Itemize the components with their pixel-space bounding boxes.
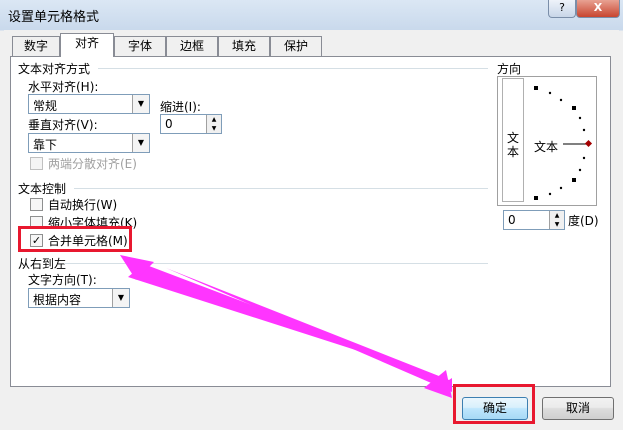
rtl-group-label: 从右到左 (18, 257, 67, 271)
distributed-checkbox (30, 157, 43, 170)
spin-down-icon[interactable]: ▼ (206, 124, 221, 133)
orientation-group-label: 方向 (497, 62, 522, 76)
vertical-text-button[interactable]: 文本 (502, 78, 524, 202)
indent-spinner[interactable]: 0 ▲ ▼ (160, 114, 222, 134)
wrap-text-label[interactable]: 自动换行(W) (48, 196, 117, 213)
dial-marker-minus90 (534, 196, 538, 200)
dial-marker-minus45 (572, 178, 576, 182)
vertical-align-select[interactable]: 靠下 ▼ (28, 133, 150, 153)
dial-marker-45 (572, 106, 576, 110)
alignment-group-label: 文本对齐方式 (18, 62, 91, 76)
horizontal-align-value: 常规 (33, 99, 58, 113)
text-control-divider (74, 188, 488, 189)
text-direction-label: 文字方向(T): (28, 273, 97, 287)
vertical-text-label: 文本 (507, 131, 520, 159)
text-direction-select[interactable]: 根据内容 ▼ (28, 288, 130, 308)
ok-button-highlight (453, 384, 535, 424)
text-control-group-label: 文本控制 (18, 182, 67, 196)
dial-dot (559, 98, 563, 102)
dial-dot (582, 128, 586, 132)
horizontal-align-label: 水平对齐(H): (28, 80, 99, 94)
vertical-align-label: 垂直对齐(V): (28, 118, 98, 132)
chevron-down-icon[interactable]: ▼ (132, 95, 149, 113)
dial-dot (548, 91, 552, 95)
dial-dot (578, 116, 582, 120)
horizontal-align-select[interactable]: 常规 ▼ (28, 94, 150, 114)
dial-dot (578, 168, 582, 172)
indent-label: 缩进(I): (160, 100, 201, 114)
dial-dot (582, 156, 586, 160)
cancel-button[interactable]: 取消 (542, 397, 614, 420)
dial-handle[interactable] (584, 139, 593, 148)
dial-marker-90 (534, 86, 538, 90)
merge-cells-highlight (18, 226, 132, 252)
rtl-divider (64, 263, 488, 264)
vertical-align-value: 靠下 (33, 138, 58, 152)
horizontal-text-label: 文本 (534, 138, 559, 155)
chevron-down-icon[interactable]: ▼ (112, 289, 129, 307)
text-direction-value: 根据内容 (33, 293, 82, 307)
chevron-down-icon[interactable]: ▼ (132, 134, 149, 152)
panel-content: 文本对齐方式 水平对齐(H): 常规 ▼ 缩进(I): 0 ▲ ▼ 垂直对齐(V… (0, 0, 623, 430)
alignment-group-divider (98, 68, 488, 69)
spin-down-icon[interactable]: ▼ (549, 220, 564, 229)
degrees-spinner[interactable]: 0 ▲ ▼ (503, 210, 565, 230)
dial-dot (548, 192, 552, 196)
degrees-label: 度(D) (568, 214, 599, 228)
indent-value: 0 (165, 117, 173, 131)
wrap-text-checkbox[interactable] (30, 198, 43, 211)
dial-dot (559, 186, 563, 190)
degrees-value: 0 (508, 213, 516, 227)
distributed-label: 两端分散对齐(E) (48, 157, 137, 171)
